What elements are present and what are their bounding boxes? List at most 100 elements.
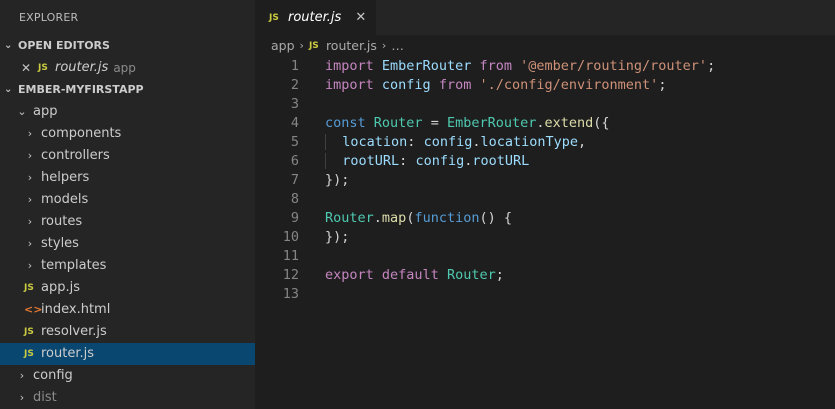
folder-helpers[interactable]: › helpers [0, 167, 255, 189]
project-header[interactable]: ⌄ EMBER-MYFIRSTAPP [0, 79, 255, 101]
open-editors-label: OPEN EDITORS [18, 39, 110, 52]
line-number: 4 [290, 115, 299, 131]
line-text: export default Router; [325, 267, 504, 283]
file-router-js[interactable]: JS router.js [0, 343, 255, 365]
folder-label: app [33, 104, 58, 119]
line-text: Router.map(function() { [325, 210, 512, 226]
line-number: 3 [290, 96, 299, 112]
chevron-right-icon: › [27, 193, 33, 206]
chevron-right-icon: › [27, 171, 33, 184]
folder-label: styles [41, 236, 79, 251]
chevron-right-icon: › [27, 127, 33, 140]
code-line: 5 location: config.locationType, [255, 133, 835, 152]
tab-router-js[interactable]: JS router.js ✕ [255, 0, 377, 35]
file-label: router.js [41, 346, 95, 361]
code-line: 10 }); [255, 228, 835, 247]
js-file-icon: JS [269, 12, 279, 23]
file-app-js[interactable]: JS app.js [0, 277, 255, 299]
folder-label: controllers [41, 148, 110, 163]
file-label: resolver.js [41, 324, 107, 339]
js-file-icon: JS [24, 349, 34, 359]
folder-app[interactable]: ⌄ app [0, 101, 255, 123]
line-text: }); [325, 172, 350, 188]
open-editors-header[interactable]: ⌄ OPEN EDITORS [0, 35, 255, 57]
chevron-down-icon: ⌄ [4, 40, 13, 51]
breadcrumb-file[interactable]: router.js [326, 35, 377, 57]
open-editor-folder: app [113, 61, 136, 75]
js-file-icon: JS [24, 327, 34, 337]
folder-controllers[interactable]: › controllers [0, 145, 255, 167]
code-editor[interactable]: 1 import EmberRouter from '@ember/routin… [255, 57, 835, 304]
folder-label: dist [33, 390, 57, 405]
line-number: 8 [290, 191, 299, 207]
line-number: 1 [290, 58, 299, 74]
chevron-right-icon: › [19, 391, 25, 404]
folder-styles[interactable]: › styles [0, 233, 255, 255]
line-number: 6 [290, 153, 299, 169]
chevron-right-icon: › [19, 369, 25, 382]
line-text: import EmberRouter from '@ember/routing/… [325, 58, 716, 74]
folder-config[interactable]: › config [0, 365, 255, 387]
code-line: 8 [255, 190, 835, 209]
line-text: location: config.locationType, [325, 133, 586, 152]
breadcrumb-folder[interactable]: app [271, 35, 295, 57]
file-index-html[interactable]: <> index.html [0, 299, 255, 321]
file-label: index.html [41, 302, 111, 317]
folder-label: templates [41, 258, 107, 273]
chevron-right-icon: › [27, 259, 33, 272]
line-number: 12 [282, 267, 299, 283]
chevron-down-icon: ⌄ [17, 105, 27, 118]
folder-templates[interactable]: › templates [0, 255, 255, 277]
js-file-icon: JS [24, 283, 34, 293]
project-label: EMBER-MYFIRSTAPP [18, 83, 144, 96]
file-label: app.js [41, 280, 80, 295]
folder-routes[interactable]: › routes [0, 211, 255, 233]
breadcrumb-more[interactable]: … [391, 35, 404, 57]
folder-components[interactable]: › components [0, 123, 255, 145]
line-number: 13 [282, 286, 299, 302]
code-line: 2 import config from './config/environme… [255, 76, 835, 95]
code-line: 6 rootURL: config.rootURL [255, 152, 835, 171]
file-resolver-js[interactable]: JS resolver.js [0, 321, 255, 343]
line-number: 10 [282, 229, 299, 245]
line-number: 7 [290, 172, 299, 188]
code-line: 3 [255, 95, 835, 114]
chevron-right-icon: › [381, 39, 387, 52]
line-text: import config from './config/environment… [325, 77, 667, 93]
line-text: rootURL: config.rootURL [325, 152, 529, 171]
code-line: 13 [255, 285, 835, 304]
folder-dist[interactable]: › dist [0, 387, 255, 409]
html-file-icon: <> [24, 303, 43, 316]
open-editor-item-router[interactable]: ✕ JS router.js app [0, 57, 255, 79]
folder-label: config [33, 368, 73, 383]
chevron-down-icon: ⌄ [4, 84, 13, 95]
folder-label: components [41, 126, 122, 141]
tab-bar: JS router.js ✕ [255, 0, 835, 35]
chevron-right-icon: › [299, 39, 304, 52]
code-line: 12 export default Router; [255, 266, 835, 285]
chevron-right-icon: › [27, 237, 33, 250]
line-number: 2 [290, 77, 299, 93]
line-number: 11 [282, 248, 299, 264]
folder-models[interactable]: › models [0, 189, 255, 211]
chevron-right-icon: › [27, 149, 33, 162]
open-editor-filename: router.js [55, 60, 109, 75]
js-file-icon: JS [38, 63, 48, 73]
tab-label: router.js [288, 10, 342, 25]
code-line: 11 [255, 247, 835, 266]
folder-label: helpers [41, 170, 90, 185]
js-file-icon: JS [308, 41, 319, 51]
line-number: 5 [290, 134, 299, 150]
explorer-title: EXPLORER [19, 11, 79, 24]
chevron-right-icon: › [27, 215, 33, 228]
close-icon[interactable]: ✕ [21, 57, 38, 79]
code-line: 7 }); [255, 171, 835, 190]
code-line: 1 import EmberRouter from '@ember/routin… [255, 57, 835, 76]
line-text: const Router = EmberRouter.extend({ [325, 115, 610, 131]
line-text: }); [325, 229, 350, 245]
line-number: 9 [290, 210, 299, 226]
folder-label: routes [41, 214, 83, 229]
close-icon[interactable]: ✕ [355, 10, 366, 25]
explorer-sidebar: EXPLORER ⌄ OPEN EDITORS ✕ JS router.js a… [0, 0, 255, 409]
folder-label: models [41, 192, 89, 207]
